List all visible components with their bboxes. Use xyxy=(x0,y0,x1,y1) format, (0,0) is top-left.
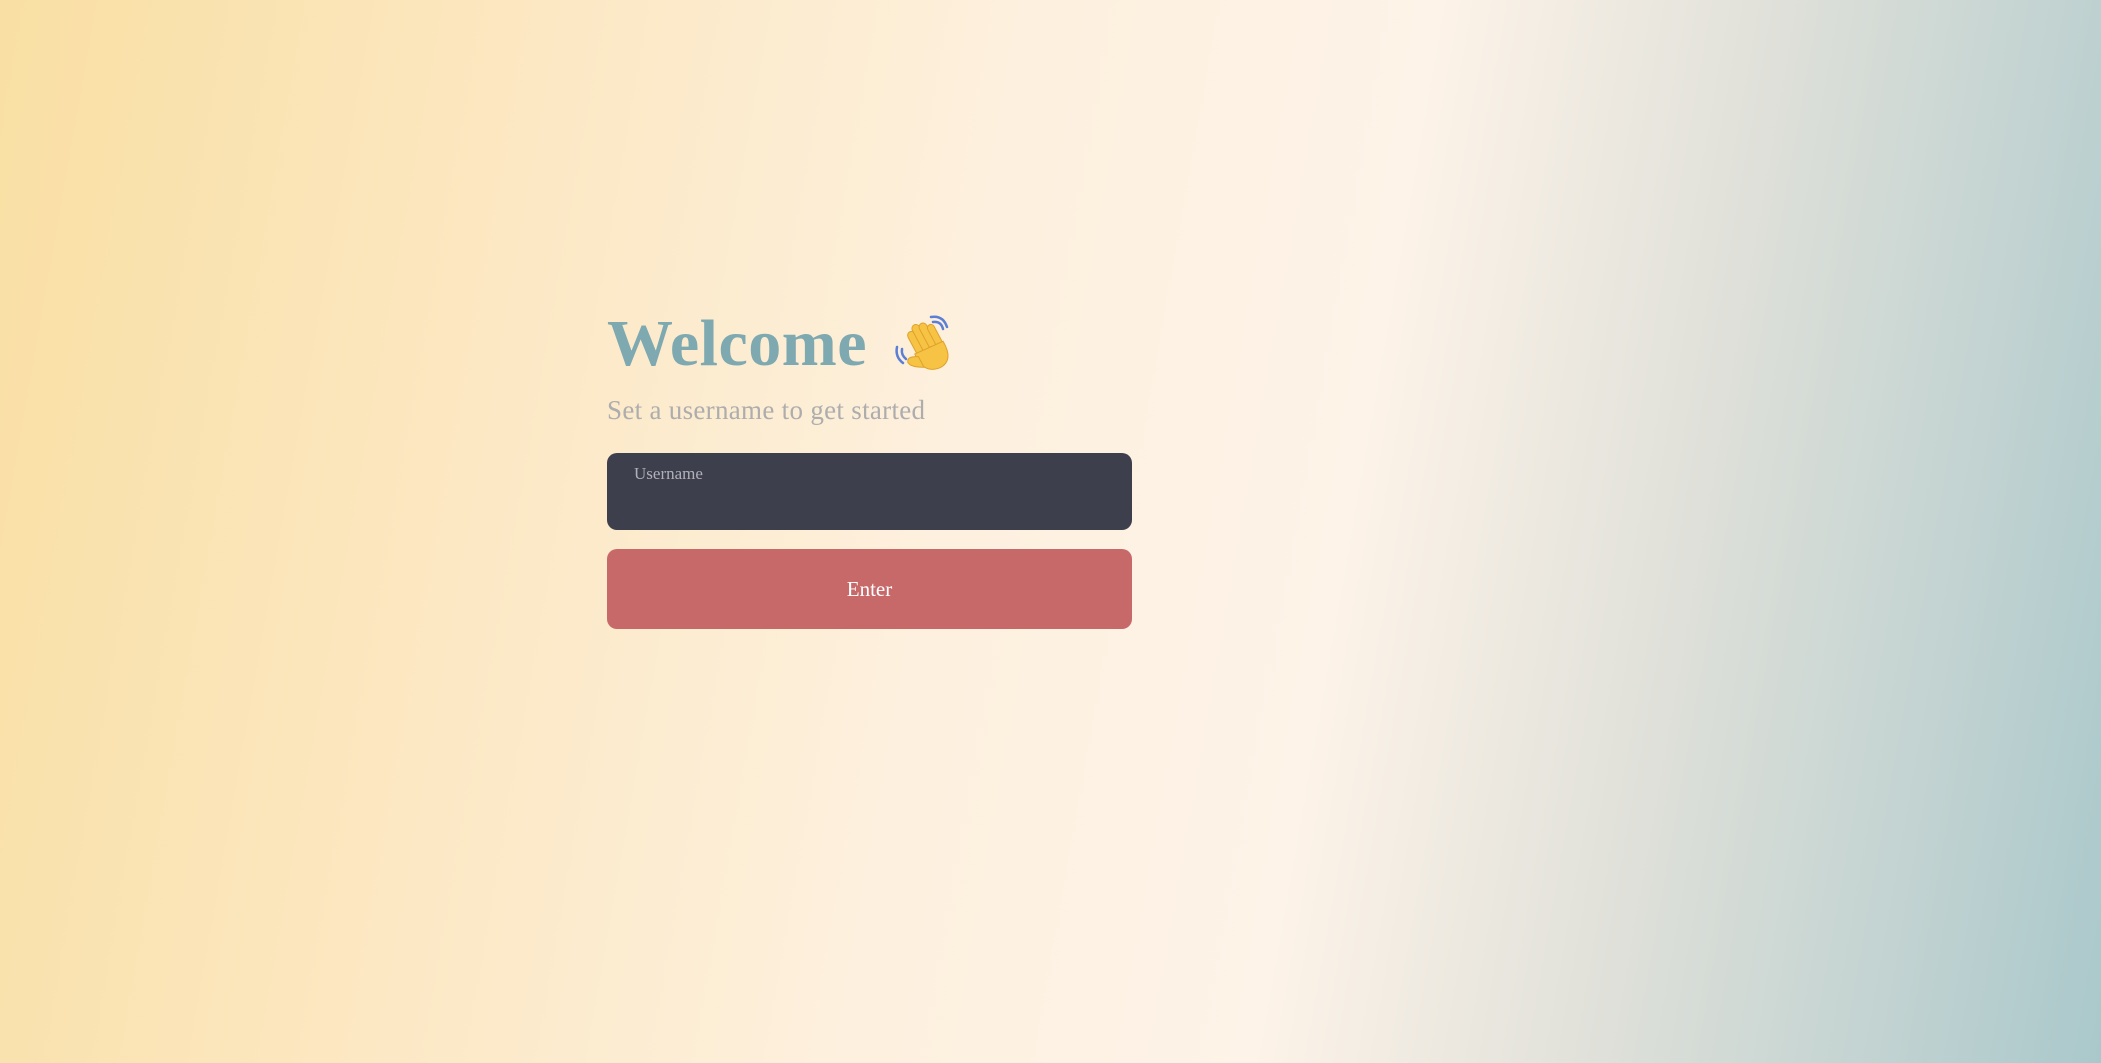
username-label: Username xyxy=(634,464,703,483)
title-row: Welcome xyxy=(607,305,1132,383)
enter-button[interactable]: Enter xyxy=(607,549,1132,629)
waving-hand-icon xyxy=(893,311,959,377)
welcome-card: Welcome Set a username to get started Us… xyxy=(607,305,1132,629)
username-input-container[interactable]: Username xyxy=(607,453,1132,530)
page-title: Welcome xyxy=(607,307,868,380)
username-input[interactable] xyxy=(634,488,1112,520)
subtitle: Set a username to get started xyxy=(607,395,926,425)
